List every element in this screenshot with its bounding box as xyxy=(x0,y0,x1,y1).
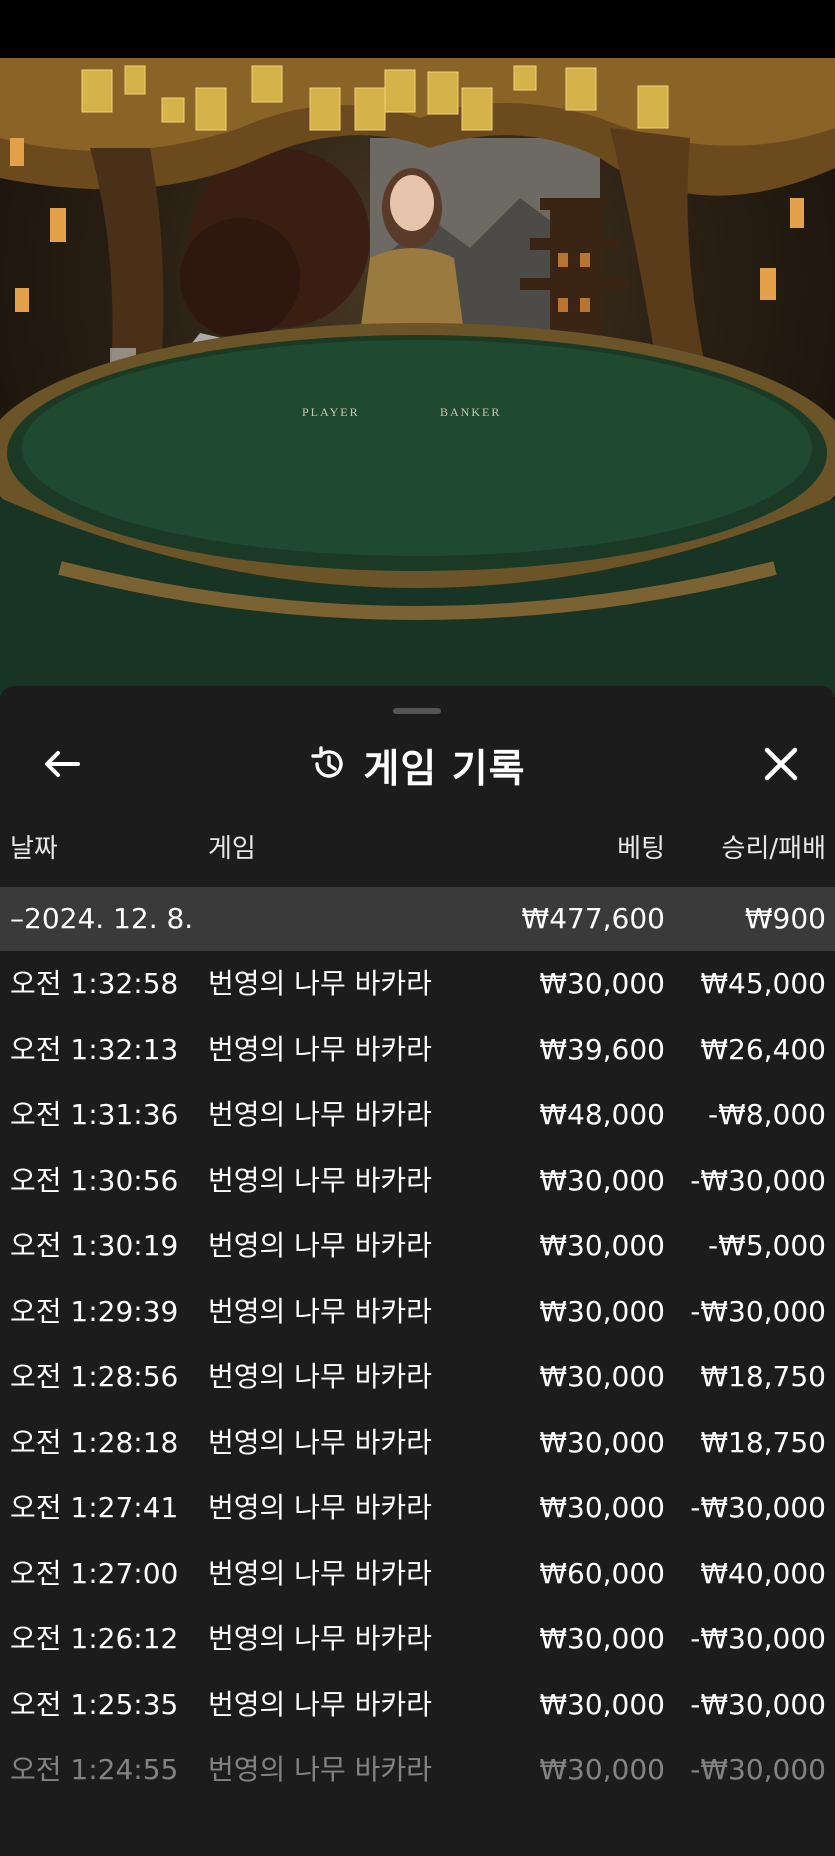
history-row[interactable]: 오전 1:29:39 번영의 나무 바카라 ₩30,000 -₩30,000 xyxy=(0,1279,835,1345)
history-row[interactable]: 오전 1:30:19 번영의 나무 바카라 ₩30,000 -₩5,000 xyxy=(0,1213,835,1279)
row-win-loss: -₩30,000 xyxy=(690,1622,826,1655)
row-time: 오전 1:27:00 xyxy=(10,1556,179,1590)
row-bet-amount: ₩60,000 xyxy=(539,1556,665,1590)
row-bet-amount: ₩30,000 xyxy=(539,1294,665,1328)
row-game-name: 번영의 나무 바카라 xyxy=(208,1425,432,1459)
row-bet-amount: ₩30,000 xyxy=(539,1163,665,1197)
row-bet-amount: ₩30,000 xyxy=(539,1491,665,1524)
row-win-loss: -₩30,000 xyxy=(690,1294,826,1328)
row-time: 오전 1:32:13 xyxy=(10,1032,179,1066)
page-title: 게임 기록 xyxy=(363,747,526,792)
day-group-win-loss-total: ₩900 xyxy=(744,902,826,935)
row-time: 오전 1:25:35 xyxy=(10,1687,179,1721)
row-game-name: 번영의 나무 바카라 xyxy=(208,1294,432,1328)
svg-text:PLAYER: PLAYER xyxy=(302,405,360,419)
day-group-row[interactable]: –2024. 12. 8. ₩477,600 ₩900 xyxy=(0,887,835,951)
row-time: 오전 1:29:39 xyxy=(10,1294,179,1328)
history-row[interactable]: 오전 1:24:55 번영의 나무 바카라 ₩30,000 -₩30,000 xyxy=(0,1737,835,1803)
row-game-name: 번영의 나무 바카라 xyxy=(208,1491,432,1524)
row-bet-amount: ₩30,000 xyxy=(539,1425,665,1459)
status-bar xyxy=(0,0,835,58)
row-game-name: 번영의 나무 바카라 xyxy=(208,1753,432,1786)
row-time: 오전 1:31:36 xyxy=(10,1098,179,1131)
column-header-date: 날짜 xyxy=(10,834,58,864)
row-game-name: 번영의 나무 바카라 xyxy=(208,1163,432,1197)
sheet-drag-handle[interactable] xyxy=(393,708,441,714)
row-game-name: 번영의 나무 바카라 xyxy=(208,1556,432,1590)
row-game-name: 번영의 나무 바카라 xyxy=(208,1032,432,1066)
row-game-name: 번영의 나무 바카라 xyxy=(208,1098,432,1131)
row-time: 오전 1:26:12 xyxy=(10,1622,179,1655)
history-row[interactable]: 오전 1:28:18 번영의 나무 바카라 ₩30,000 ₩18,750 xyxy=(0,1410,835,1476)
row-bet-amount: ₩30,000 xyxy=(539,1753,665,1786)
row-win-loss: -₩30,000 xyxy=(690,1753,826,1786)
row-bet-amount: ₩30,000 xyxy=(539,967,665,1000)
row-win-loss: -₩5,000 xyxy=(708,1229,826,1262)
history-row[interactable]: 오전 1:26:12 번영의 나무 바카라 ₩30,000 -₩30,000 xyxy=(0,1606,835,1672)
row-time: 오전 1:32:58 xyxy=(10,967,179,1000)
history-row[interactable]: 오전 1:31:36 번영의 나무 바카라 ₩48,000 -₩8,000 xyxy=(0,1082,835,1148)
row-time: 오전 1:27:41 xyxy=(10,1491,179,1524)
row-bet-amount: ₩30,000 xyxy=(539,1229,665,1262)
row-win-loss: ₩40,000 xyxy=(700,1556,826,1590)
close-x-icon xyxy=(763,746,799,786)
row-bet-amount: ₩30,000 xyxy=(539,1622,665,1655)
column-header-bet: 베팅 xyxy=(617,834,665,864)
history-row[interactable]: 오전 1:32:13 번영의 나무 바카라 ₩39,600 ₩26,400 xyxy=(0,1017,835,1083)
column-header-game: 게임 xyxy=(208,834,256,864)
row-time: 오전 1:28:56 xyxy=(10,1360,179,1393)
row-win-loss: -₩30,000 xyxy=(690,1163,826,1197)
column-headers: 날짜 게임 베팅 승리/패배 xyxy=(0,828,835,872)
row-game-name: 번영의 나무 바카라 xyxy=(208,1360,432,1393)
day-group-bet-total: ₩477,600 xyxy=(521,902,665,935)
row-time: 오전 1:30:19 xyxy=(10,1229,179,1262)
row-win-loss: -₩8,000 xyxy=(708,1098,826,1131)
row-win-loss: ₩18,750 xyxy=(700,1360,826,1393)
close-button[interactable] xyxy=(757,742,805,790)
history-row[interactable]: 오전 1:25:35 번영의 나무 바카라 ₩30,000 -₩30,000 xyxy=(0,1672,835,1738)
row-win-loss: -₩30,000 xyxy=(690,1687,826,1721)
day-group-date: –2024. 12. 8. xyxy=(10,902,194,935)
game-history-sheet: 게임 기록 날짜 게임 베팅 승리/패배 –2024. 12. 8. ₩477,… xyxy=(0,686,835,1856)
row-game-name: 번영의 나무 바카라 xyxy=(208,967,432,1000)
history-row[interactable]: 오전 1:32:58 번영의 나무 바카라 ₩30,000 ₩45,000 xyxy=(0,951,835,1017)
row-win-loss: ₩18,750 xyxy=(700,1425,826,1459)
sheet-header: 게임 기록 xyxy=(0,724,835,808)
history-clock-icon xyxy=(309,744,349,788)
row-bet-amount: ₩30,000 xyxy=(539,1687,665,1721)
svg-text:BANKER: BANKER xyxy=(440,405,501,419)
live-video-stream[interactable]: PLAYER BANKER xyxy=(0,58,835,698)
casino-table-scene: PLAYER BANKER xyxy=(0,58,835,698)
row-bet-amount: ₩48,000 xyxy=(539,1098,665,1131)
row-game-name: 번영의 나무 바카라 xyxy=(208,1687,432,1721)
row-time: 오전 1:24:55 xyxy=(10,1753,179,1786)
column-header-win-loss: 승리/패배 xyxy=(721,834,826,864)
row-bet-amount: ₩39,600 xyxy=(539,1032,665,1066)
history-row[interactable]: 오전 1:27:00 번영의 나무 바카라 ₩60,000 ₩40,000 xyxy=(0,1541,835,1607)
history-row[interactable]: 오전 1:30:56 번영의 나무 바카라 ₩30,000 -₩30,000 xyxy=(0,1148,835,1214)
row-game-name: 번영의 나무 바카라 xyxy=(208,1229,432,1262)
row-win-loss: -₩30,000 xyxy=(690,1491,826,1524)
row-bet-amount: ₩30,000 xyxy=(539,1360,665,1393)
history-row[interactable]: 오전 1:28:56 번영의 나무 바카라 ₩30,000 ₩18,750 xyxy=(0,1344,835,1410)
row-time: 오전 1:28:18 xyxy=(10,1425,179,1459)
history-row[interactable]: 오전 1:27:41 번영의 나무 바카라 ₩30,000 -₩30,000 xyxy=(0,1475,835,1541)
row-game-name: 번영의 나무 바카라 xyxy=(208,1622,432,1655)
row-time: 오전 1:30:56 xyxy=(10,1163,179,1197)
row-win-loss: ₩45,000 xyxy=(700,967,826,1000)
row-win-loss: ₩26,400 xyxy=(700,1032,826,1066)
history-list: 오전 1:32:58 번영의 나무 바카라 ₩30,000 ₩45,000 오전 1:3… xyxy=(0,951,835,1803)
